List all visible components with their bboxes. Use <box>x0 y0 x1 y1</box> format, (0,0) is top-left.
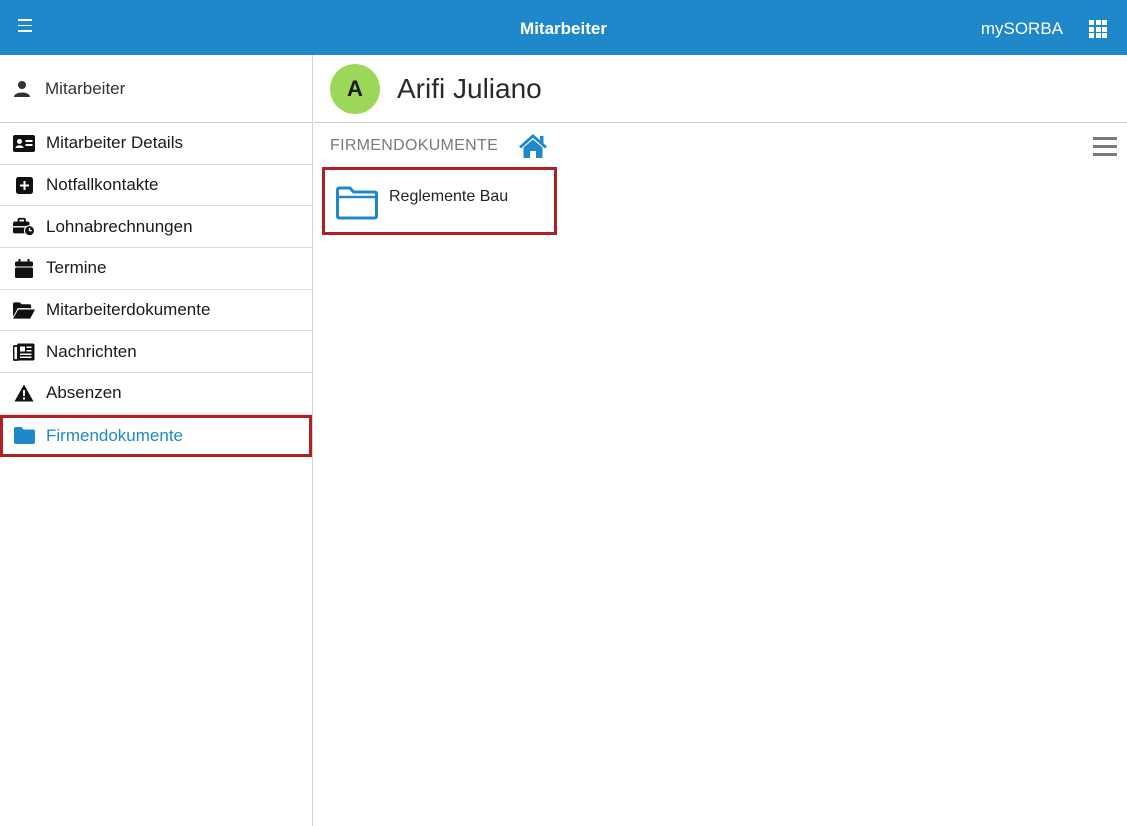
grid-icon[interactable] <box>1089 20 1107 38</box>
user-icon <box>14 80 30 97</box>
warning-icon <box>13 383 35 403</box>
sidebar-item-label: Firmendokumente <box>46 425 184 445</box>
sidebar-item-label: Absenzen <box>46 383 122 403</box>
home-icon[interactable] <box>518 133 548 159</box>
folder-open-icon <box>13 300 35 320</box>
sidebar-item-mitarbeiterdokumente[interactable]: Mitarbeiterdokumente <box>0 290 312 332</box>
id-card-icon <box>13 133 35 153</box>
sidebar-item-label: Lohnabrechnungen <box>46 216 193 236</box>
list-menu-icon[interactable] <box>1093 137 1117 157</box>
folder-icon <box>13 426 35 446</box>
page-title: Mitarbeiter <box>520 19 607 38</box>
newspaper-icon <box>13 342 35 362</box>
sidebar-item-label: Mitarbeiter Details <box>46 133 183 153</box>
breadcrumb-firmendokumente[interactable]: FIRMENDOKUMENTE <box>330 137 498 155</box>
folder-label: Reglemente Bau <box>389 188 509 205</box>
sidebar-item-label: Mitarbeiterdokumente <box>46 300 211 320</box>
calendar-icon <box>13 258 35 278</box>
employee-name: Arifi Juliano <box>397 72 542 104</box>
employee-header: A Arifi Juliano <box>314 55 1127 123</box>
sidebar-item-lohnabrechnungen[interactable]: Lohnabrechnungen <box>0 206 312 249</box>
sidebar-item-mitarbeiter-details[interactable]: Mitarbeiter Details <box>0 123 312 165</box>
sidebar-item-notfallkontakte[interactable]: Notfallkontakte <box>0 165 312 207</box>
folder-item[interactable]: Reglemente Bau <box>322 167 557 235</box>
avatar: A <box>330 63 380 114</box>
sidebar-item-label: Nachrichten <box>46 341 137 361</box>
sidebar-item-termine[interactable]: Termine <box>0 248 312 290</box>
plus-square-icon <box>13 175 35 195</box>
sidebar-header[interactable]: Mitarbeiter <box>0 55 312 123</box>
sidebar-item-nachrichten[interactable]: Nachrichten <box>0 331 312 374</box>
main-content: A Arifi Juliano FIRMENDOKUMENTE Reglemen… <box>314 55 1127 826</box>
briefcase-clock-icon <box>13 217 35 237</box>
sidebar-header-label: Mitarbeiter <box>45 78 126 98</box>
brand-link[interactable]: mySORBA <box>981 0 1063 55</box>
sidebar-item-firmendokumente[interactable]: Firmendokumente <box>0 414 312 457</box>
sidebar-item-label: Termine <box>46 258 107 278</box>
sidebar-item-absenzen[interactable]: Absenzen <box>0 373 312 415</box>
breadcrumb: FIRMENDOKUMENTE <box>314 123 1127 169</box>
top-bar: Mitarbeiter mySORBA <box>0 0 1127 55</box>
sidebar-item-label: Notfallkontakte <box>46 175 159 195</box>
sidebar: Mitarbeiter Mitarbeiter Details Notfallk… <box>0 55 313 826</box>
folder-outline-icon <box>336 186 378 220</box>
